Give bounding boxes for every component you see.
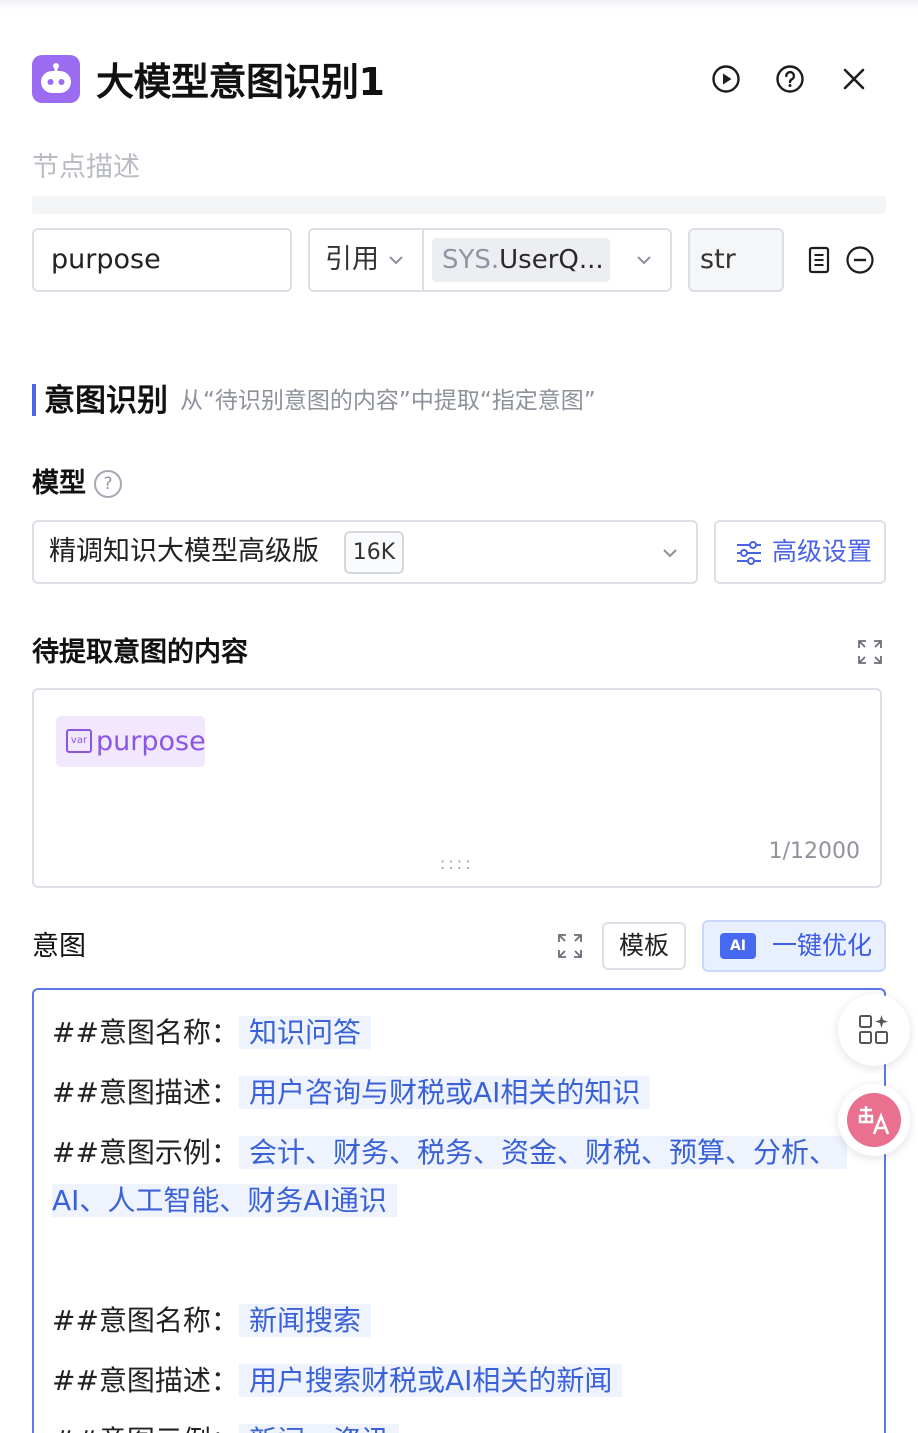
- section-title: 意图识别: [44, 383, 168, 419]
- node-description-input[interactable]: 节点描述: [32, 148, 140, 188]
- translate-button[interactable]: [838, 1084, 910, 1156]
- intent-label: 意图: [32, 931, 86, 962]
- variable-tag: SYS.UserQ...: [432, 238, 610, 282]
- source-type-select[interactable]: 引用: [308, 228, 424, 292]
- intent-line-prefix: ##意图名称：: [52, 1304, 239, 1337]
- intent-line: AI、人工智能、财务AI通识: [52, 1178, 397, 1224]
- char-counter: 1/12000: [768, 839, 860, 864]
- intent-line: ##意图示例： 会计、财务、税务、资金、财税、预算、分析、: [52, 1130, 847, 1176]
- resize-handle[interactable]: ::::: [440, 856, 474, 872]
- param-name-input[interactable]: purpose: [32, 228, 292, 292]
- chevron-down-icon: [389, 256, 403, 265]
- model-help-icon[interactable]: ?: [94, 470, 122, 498]
- expand-icon[interactable]: [857, 639, 883, 669]
- intent-line-prefix: ##意图名称：: [52, 1016, 239, 1049]
- intent-line-value: AI、人工智能、财务AI通识: [52, 1184, 397, 1217]
- variable-value: UserQ...: [499, 245, 604, 275]
- ai-badge-icon: AI: [720, 933, 756, 959]
- intent-line: ##意图名称： 知识问答: [52, 1010, 371, 1056]
- intent-line-value: 用户搜索财税或AI相关的新闻: [238, 1364, 623, 1397]
- intent-line-prefix: ##意图示例：: [52, 1136, 239, 1169]
- variable-prefix: SYS.: [442, 245, 500, 275]
- bot-logo-icon: [32, 55, 80, 103]
- intent-line: ##意图示例：新闻、资讯: [52, 1418, 399, 1433]
- expand-icon[interactable]: [557, 933, 583, 963]
- advanced-settings-button[interactable]: 高级设置: [714, 520, 886, 584]
- advanced-settings-label: 高级设置: [772, 537, 873, 566]
- intent-line: ##意图描述： 用户咨询与财税或AI相关的知识: [52, 1070, 651, 1116]
- intent-line-value: 会计、财务、税务、资金、财税、预算、分析、: [238, 1136, 847, 1169]
- model-label: 模型: [32, 468, 86, 499]
- section-accent-bar: [32, 384, 36, 416]
- ai-optimize-label: 一键优化: [772, 931, 873, 960]
- intent-line-value: 新闻、资讯: [238, 1424, 399, 1433]
- run-icon[interactable]: [709, 62, 743, 96]
- data-type-field: str: [688, 228, 784, 292]
- top-shadow: [0, 0, 918, 10]
- intent-line-prefix: ##意图描述：: [52, 1076, 239, 1109]
- document-icon[interactable]: [806, 246, 832, 278]
- intent-line-prefix: ##意图示例：: [52, 1424, 239, 1433]
- context-length-badge: 16K: [344, 531, 404, 574]
- intent-line-value: 用户咨询与财税或AI相关的知识: [238, 1076, 651, 1109]
- model-selected-label: 精调知识大模型高级版: [49, 536, 319, 567]
- intent-line: ##意图名称： 新闻搜索: [52, 1298, 371, 1344]
- remove-icon[interactable]: [845, 245, 875, 279]
- close-icon[interactable]: [837, 62, 871, 96]
- intent-line-value: 新闻搜索: [238, 1304, 371, 1337]
- source-type-label: 引用: [325, 244, 379, 275]
- chevron-down-icon: [637, 256, 651, 265]
- intent-editor[interactable]: ##意图名称： 知识问答 ##意图描述： 用户咨询与财税或AI相关的知识 ##意图示…: [32, 988, 886, 1433]
- content-label: 待提取意图的内容: [32, 637, 248, 668]
- section-subtitle: 从“待识别意图的内容”中提取“指定意图”: [180, 388, 596, 414]
- description-divider: [32, 196, 886, 214]
- variable-icon: var: [66, 729, 92, 753]
- template-button[interactable]: 模板: [602, 922, 686, 970]
- intent-line: ##意图描述： 用户搜索财税或AI相关的新闻: [52, 1358, 623, 1404]
- apps-sparkle-icon: [859, 1015, 888, 1044]
- node-title: 大模型意图识别1: [96, 60, 385, 104]
- apps-sparkle-button[interactable]: [838, 994, 910, 1066]
- chevron-down-icon: [663, 549, 677, 558]
- translate-icon: [847, 1093, 901, 1147]
- sliders-icon: [737, 541, 761, 565]
- intent-line-value: 知识问答: [238, 1016, 371, 1049]
- help-icon[interactable]: [773, 62, 807, 96]
- intent-line-prefix: ##意图描述：: [52, 1364, 239, 1397]
